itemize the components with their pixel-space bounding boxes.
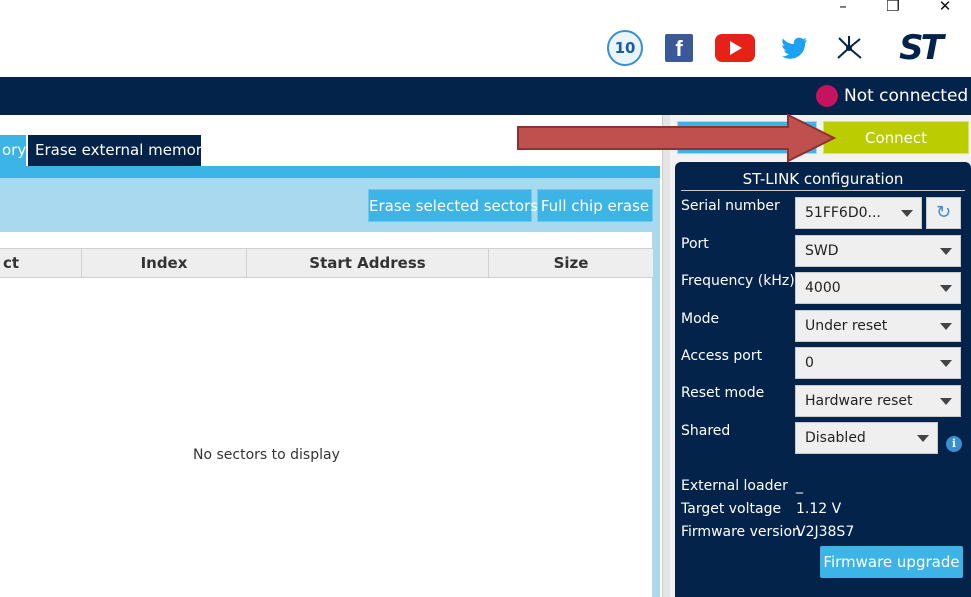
port-label: Port [681,236,709,252]
target-voltage-label: Target voltage [681,501,782,517]
chevron-down-icon [901,210,913,217]
tab-memory[interactable]: ory [0,135,26,166]
youtube-play-icon [730,41,742,55]
tab-underline [0,166,660,178]
connect-button[interactable]: Connect [823,121,969,154]
chevron-down-icon [940,360,952,367]
connection-status-text: Not connected [844,86,969,106]
column-header-select[interactable]: ct [0,249,82,277]
st-logo: ST [899,28,944,68]
serial-number-label: Serial number [681,198,780,214]
serial-number-select[interactable]: 51FF6D0... [795,197,922,229]
mode-value: Under reset [805,318,888,334]
full-chip-erase-button[interactable]: Full chip erase [537,189,653,222]
chevron-down-icon [940,398,952,405]
port-value: SWD [805,243,839,259]
frequency-select[interactable]: 4000 [795,272,961,304]
panel-splitter[interactable] [662,115,670,597]
firmware-version-value: V2J38S7 [796,524,855,540]
external-loader-label: External loader [681,478,788,494]
firmware-upgrade-button[interactable]: Firmware upgrade [820,546,963,578]
serial-number-value: 51FF6D0... [805,205,881,221]
reset-mode-select[interactable]: Hardware reset [795,385,961,417]
access-port-value: 0 [805,355,814,371]
restore-button[interactable]: ❐ [878,0,908,14]
access-port-select[interactable]: 0 [795,347,961,379]
panel-scroll-strip [653,232,660,597]
network-graph-icon [837,36,862,59]
firmware-version-label: Firmware version [681,524,801,540]
info-icon[interactable]: i [946,436,962,452]
config-title: ST-LINK configuration [681,168,965,191]
table-header: ct Index Start Address Size [0,248,653,278]
network-icon[interactable] [832,30,866,66]
reset-mode-value: Hardware reset [805,393,913,409]
shared-label: Shared [681,423,731,439]
chevron-down-icon [940,323,952,330]
refresh-icon[interactable]: ↻ [926,197,961,229]
access-port-label: Access port [681,348,763,364]
mode-select[interactable]: Under reset [795,310,961,342]
port-select[interactable]: SWD [795,235,961,267]
close-button[interactable]: ✕ [930,0,960,14]
minimize-button[interactable]: – [828,0,858,14]
connection-status-icon [816,85,838,107]
shared-value: Disabled [805,430,866,446]
erase-selected-sectors-button[interactable]: Erase selected sectors [368,189,538,222]
annotation-arrow-icon [517,113,837,163]
frequency-label: Frequency (kHz) [681,273,795,289]
column-header-start-address[interactable]: Start Address [247,249,489,277]
empty-table-message: No sectors to display [193,447,340,463]
anniversary-badge-icon[interactable]: 10 [607,30,643,66]
column-header-index[interactable]: Index [82,249,247,277]
frequency-value: 4000 [805,280,841,296]
column-header-size[interactable]: Size [489,249,653,277]
twitter-bird-icon [782,37,807,59]
sectors-table [0,232,653,597]
target-voltage-value: 1.12 V [796,501,842,517]
twitter-icon[interactable] [780,30,810,66]
chevron-down-icon [940,248,952,255]
tab-erase-external-memory[interactable]: Erase external memory [28,135,211,166]
external-loader-value: _ [796,478,803,494]
youtube-icon[interactable] [715,34,755,62]
reset-mode-label: Reset mode [681,385,765,401]
chevron-down-icon [940,285,952,292]
chevron-down-icon [917,435,929,442]
facebook-icon[interactable]: f [665,34,693,62]
app-window: – ❐ ✕ 10 f ST Not connected ory Erase ex… [0,0,971,597]
shared-select[interactable]: Disabled [795,422,938,454]
mode-label: Mode [681,311,720,327]
